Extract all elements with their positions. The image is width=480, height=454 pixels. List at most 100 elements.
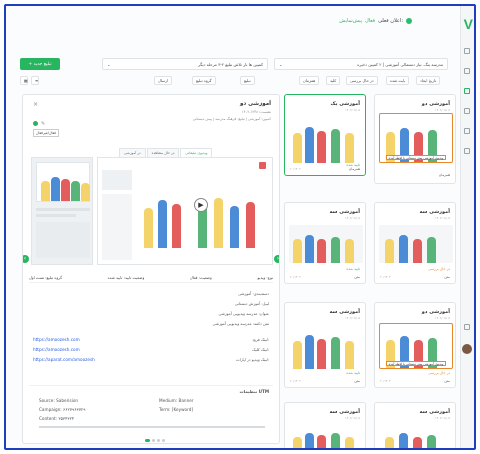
landing-link-label: لینک فرود: (252, 337, 269, 342)
filter-ad[interactable]: تبلیغ (240, 76, 255, 85)
panel-title: آموزشی دو (239, 101, 271, 107)
filter-group[interactable]: گروه تبلیغ (192, 76, 216, 85)
card-footer: متن (354, 275, 360, 279)
settings-icon[interactable] (464, 148, 470, 154)
card-status: تایید شده (346, 371, 360, 375)
card-banner-text: ویدیوی آموزشی پیش دبستانی با لحظه آینده (386, 155, 446, 160)
filter-paid[interactable]: بایت شده (386, 76, 410, 85)
card-status: در حال بررسی (428, 371, 450, 375)
card-date: ۱۴۰۲/۰۸/۰۵ (435, 316, 450, 320)
card-status: تایید شده (346, 267, 360, 271)
close-icon[interactable]: × (33, 101, 38, 108)
brand-icon (259, 162, 266, 169)
ad-card[interactable]: آموزشی سه ۱۴۰۲/۰۸/۰۵ در حال بررسی متن ۲۰… (374, 202, 456, 284)
ad-card[interactable]: آموزشی دو ۱۴۰۲/۰۸/۰۵ ویدیوی آموزشی پیش د… (374, 94, 456, 184)
video-link-label: لینک ویدیو در اپارات: (236, 357, 269, 362)
filter-review[interactable]: در حال بررسی (346, 76, 378, 85)
card-count: ۲۰/۱۴۰۳ (290, 379, 301, 383)
preview-desktop: ▶ (97, 157, 273, 265)
card-footer: همزمان (438, 173, 450, 177)
video-link[interactable]: https://aparat.com/amoozesh (33, 357, 95, 362)
tab-course[interactable]: در آموزشی (119, 148, 146, 157)
card-title: آموزشی یک (330, 101, 360, 107)
users-icon[interactable] (464, 108, 470, 114)
arrow-left-icon[interactable]: ‹ (23, 255, 29, 263)
placement-select[interactable]: ⌄ کمپین ها بار تلاش تبلیغ ۲-۳ مرحله دیگر (102, 58, 268, 70)
filter-key[interactable]: کلید (326, 76, 341, 85)
card-count: ۲۰/۱۴۰۳ (290, 275, 301, 279)
utm-term: Term: [Keyword] (159, 407, 194, 412)
utm-source: Source: Saberision (39, 398, 79, 403)
bell-icon[interactable] (464, 324, 470, 330)
card-thumbnail: ویدیوی آموزشی پیش دبستانی با لحظه آینده (379, 113, 453, 163)
card-thumbnail (289, 323, 363, 369)
tab-viewing[interactable]: در حال مشاهده (146, 148, 180, 157)
wallet-icon[interactable] (464, 128, 470, 134)
utm-campaign: Campaign: ۶۶۲۷۹۶۳۷۲۹ (39, 407, 86, 412)
edit-icon[interactable]: ✎ (41, 121, 45, 127)
filter-created[interactable]: تاریخ ایجاد (416, 76, 441, 85)
ad-card[interactable]: آموزشی سه ۱۴۰۲/۰۸/۰۵ (284, 402, 366, 448)
ad-card[interactable]: آموزشی سه ۱۴۰۲/۰۸/۰۵ (374, 402, 456, 448)
utm-medium: Medium: Banner (159, 398, 194, 403)
card-thumbnail: ویدیوی آموزشی پیش دبستانی با لحظه آینده (379, 323, 453, 369)
card-banner-text: ویدیوی آموزشی پیش دبستانی با لحظه آینده (386, 361, 446, 366)
card-date: ۱۴۰۲/۰۸/۰۵ (345, 316, 360, 320)
status-text: فعال (365, 18, 376, 24)
utm-content: Content: ۳۵۳۴۳۲۴ (39, 416, 75, 421)
card-footer: متن (444, 275, 450, 279)
ads-icon[interactable] (464, 88, 470, 94)
avatar[interactable] (462, 344, 472, 354)
card-date: ۱۴۰۲/۰۸/۰۵ (435, 416, 450, 420)
card-count: ۲۰/۱۴۰۳ (290, 167, 301, 171)
ad-card[interactable]: آموزشی یک ۱۴۰۲/۰۸/۰۵ تایید شده همزمان ۲۰… (284, 94, 366, 176)
toggle-icon[interactable] (33, 121, 38, 126)
ad-card[interactable]: آموزشی سه ۱۴۰۲/۰۸/۰۵ تایید شده متن ۲۰/۱۴… (284, 202, 366, 284)
card-count: ۲۰/۱۴۰۳ (380, 275, 391, 279)
placement-select-value: کمپین ها بار تلاش تبلیغ ۲-۳ مرحله دیگر (198, 61, 263, 67)
card-date: ۱۴۰۲/۰۸/۰۵ (345, 216, 360, 220)
list-view-icon[interactable]: ≡ (31, 76, 39, 85)
info-button: متن دکمه: مدرسه ویدیویی آموزشی (212, 321, 269, 326)
card-title: آموزشی سه (419, 209, 451, 215)
arrow-right-icon[interactable]: › (274, 255, 279, 263)
card-count: ۲۰/۱۴۰۳ (380, 379, 391, 383)
card-title: آموزشی سه (329, 309, 361, 315)
status-active: وضعیت: فعال (189, 275, 212, 280)
play-icon[interactable]: ▶ (194, 198, 208, 212)
tab-promo-video[interactable]: ویدیوی تبلیغاتی (180, 148, 213, 157)
ad-card[interactable]: آموزشی سه ۱۴۰۲/۰۸/۰۵ تایید شده متن ۲۰/۱۴… (284, 302, 366, 388)
card-date: ۱۴۰۲/۰۸/۰۵ (345, 108, 360, 112)
panel-meta: کمپین: آموزشی | تبلیغ: فرهنگ مدرسه | پیش… (192, 117, 271, 121)
grid-view-icon[interactable]: ▦ (20, 76, 28, 85)
card-title: آموزشی دو (421, 101, 450, 107)
campaign-select[interactable]: ⌄ مدرسه بنگ. نیاز دستمالی آموزشی | ۲ کمپ… (274, 58, 448, 70)
status-group: گروه تبلیغ: تست اول (29, 275, 63, 280)
status-type: نوع: ویدیو (257, 275, 273, 280)
card-footer: متن (354, 379, 360, 383)
card-footer: همزمان (348, 167, 360, 171)
filter-sync[interactable]: همزمان (299, 76, 320, 85)
info-category: دسته‌بندی: آموزشی (238, 291, 269, 296)
card-status: در حال بررسی (428, 267, 450, 271)
preview-tabs: در آموزشی در حال مشاهده ویدیوی تبلیغاتی (119, 148, 213, 157)
new-ad-button[interactable]: + تبلیغ جدید (20, 58, 60, 70)
status-row: گروه تبلیغ: تست اول وضعیت تایید: تایید ش… (29, 273, 273, 283)
home-icon[interactable] (464, 48, 470, 54)
pagination-dots[interactable] (145, 439, 165, 442)
filter-send[interactable]: ارسال (154, 76, 172, 85)
chevron-down-icon: ⌄ (279, 61, 283, 67)
campaign-select-value: مدرسه بنگ. نیاز دستمالی آموزشی | ۲ کمپین… (357, 61, 443, 67)
card-footer: متن (444, 379, 450, 383)
chart-icon[interactable] (464, 68, 470, 74)
utm-url-line (39, 426, 265, 428)
click-link[interactable]: https://amoozesh.com (33, 347, 80, 352)
info-title: عنوان: مدرسه ویدیویی آموزشی (218, 311, 269, 316)
card-title: آموزشی دو (421, 309, 450, 315)
preview-mobile (31, 157, 93, 265)
action-tooltip: فعال/غیرفعال (33, 129, 59, 137)
ad-card[interactable]: آموزشی دو ۱۴۰۲/۰۸/۰۵ ویدیوی آموزشی پیش د… (374, 302, 456, 388)
header-title: اعلان فعلی: (378, 18, 403, 24)
logo-v: V (463, 16, 473, 32)
landing-link[interactable]: https://amoozesh.com (33, 337, 80, 342)
